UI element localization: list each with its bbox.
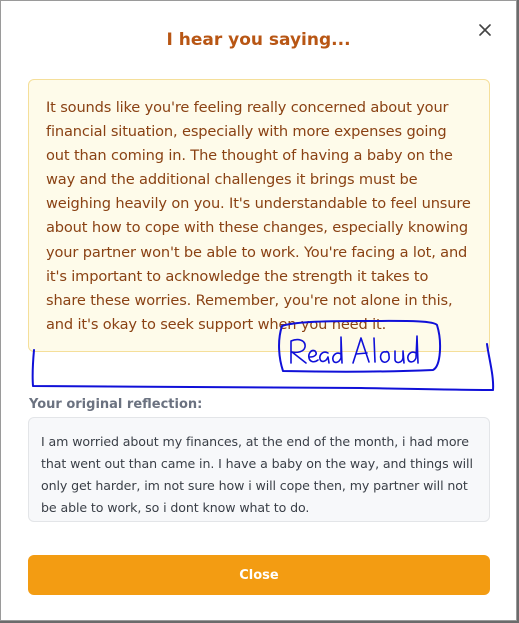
original-reflection-box: I am worried about my finances, at the e… [28,417,490,522]
close-button[interactable]: Close [28,555,490,595]
response-text: It sounds like you're feeling really con… [46,99,471,333]
read-aloud-annotation: Read Aloud [280,320,441,372]
response-box: It sounds like you're feeling really con… [28,79,490,352]
read-aloud-annotation-text: Read Aloud [280,320,281,321]
original-reflection-label: Your original reflection: [29,397,203,412]
original-reflection-text: I am worried about my finances, at the e… [41,434,473,515]
reflection-dialog: I hear you saying... It sounds like you'… [0,0,517,621]
dialog-title: I hear you saying... [166,30,351,50]
